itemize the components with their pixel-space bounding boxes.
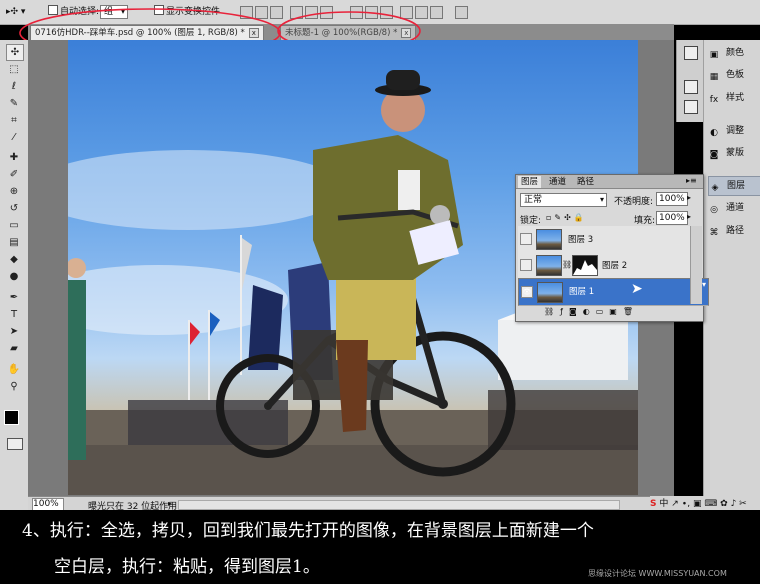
- panel-styles-label: 样式: [726, 93, 745, 103]
- ime-toolbar[interactable]: S 中 ↗ ∙, ▣ ⌨ ✿ ♪ ✂: [650, 496, 760, 510]
- layer-thumbnail: [536, 229, 562, 250]
- caption-line-1: 4、执行：全选，拷贝，回到我们最先打开的图像，在背景图层上面新建一个: [22, 521, 594, 541]
- layer-thumbnail: [537, 282, 563, 303]
- panel-adjustments[interactable]: ◐ 调整: [708, 122, 760, 140]
- lock-label: 锁定:: [520, 216, 542, 226]
- panel-menu-icon[interactable]: ▸≡: [686, 176, 697, 185]
- navigator-icon[interactable]: [684, 80, 698, 94]
- panel-paths-label: 路径: [726, 226, 745, 236]
- watermark: 思缘设计论坛 WWW.MISSYUAN.COM: [588, 569, 727, 578]
- panel-masks-label: 蒙版: [726, 148, 745, 158]
- visibility-eye-icon[interactable]: 👁: [521, 286, 533, 298]
- panel-adjustments-label: 调整: [726, 126, 745, 136]
- tab-paths[interactable]: 路径: [574, 176, 597, 188]
- foreground-color-swatch[interactable]: [4, 410, 19, 425]
- panel-masks[interactable]: ◙ 蒙版: [708, 144, 760, 162]
- channels-icon: ◎: [710, 205, 718, 215]
- tab-channels[interactable]: 通道: [546, 176, 569, 188]
- history-brush-tool-icon[interactable]: ↺: [6, 201, 22, 216]
- quick-select-tool-icon[interactable]: ✎: [6, 96, 22, 111]
- status-menu-icon[interactable]: ▸: [168, 499, 172, 508]
- panel-layers[interactable]: ◈ 图层: [708, 176, 760, 196]
- pen-tool-icon[interactable]: ✒: [6, 290, 22, 305]
- panel-dock: ▣ 颜色 ▦ 色板 fx 样式 ◐ 调整 ◙ 蒙版 ◈ 图层 ◎ 通道 ⌘ 路径: [703, 40, 760, 510]
- actions-icon[interactable]: [684, 100, 698, 114]
- mouse-cursor-icon: ➤: [631, 281, 643, 297]
- blur-tool-icon[interactable]: ◆: [6, 252, 22, 267]
- layer-mask-thumbnail: [572, 255, 598, 276]
- panel-channels-label: 通道: [726, 203, 745, 213]
- layers-panel: 图层 通道 路径 ▸≡ 正常 不透明度: 100% ▸ 锁定: ▫✎✣🔒 填充:…: [515, 174, 709, 322]
- panel-color-label: 颜色: [726, 48, 745, 58]
- path-select-tool-icon[interactable]: ➤: [6, 324, 22, 339]
- gradient-tool-icon[interactable]: ▤: [6, 235, 22, 250]
- layers-panel-tabs: 图层 通道 路径 ▸≡: [516, 175, 703, 189]
- layer-name: 图层 3: [568, 235, 594, 245]
- opacity-input[interactable]: 100%: [656, 192, 688, 206]
- caption-area: 4、执行：全选，拷贝，回到我们最先打开的图像，在背景图层上面新建一个 空白层，执…: [0, 510, 760, 584]
- zoom-tool-icon[interactable]: ⚲: [6, 379, 22, 394]
- eraser-tool-icon[interactable]: ▭: [6, 218, 22, 233]
- styles-icon: fx: [709, 95, 719, 105]
- type-tool-icon[interactable]: T: [6, 307, 22, 322]
- mask-shape: [573, 260, 597, 275]
- layers-icon: ◈: [711, 183, 719, 193]
- panel-paths[interactable]: ⌘ 路径: [708, 222, 760, 240]
- palette-icon: ▣: [709, 50, 719, 60]
- crop-tool-icon[interactable]: ⌗: [6, 113, 22, 128]
- opacity-label: 不透明度:: [614, 197, 654, 207]
- tab-layers[interactable]: 图层: [518, 176, 542, 188]
- panel-swatches-label: 色板: [726, 70, 745, 80]
- fill-arrow-icon[interactable]: ▸: [687, 212, 691, 221]
- panel-color[interactable]: ▣ 颜色: [708, 44, 760, 62]
- layers-bottom-toolbar[interactable]: ⛓ƒ◙◐▭▣🗑: [544, 307, 639, 316]
- lock-icons[interactable]: ▫✎✣🔒: [546, 213, 587, 222]
- hand-tool-icon[interactable]: ✋: [6, 362, 22, 377]
- paths-icon: ⌘: [709, 228, 719, 238]
- move-tool-icon[interactable]: ✣: [6, 44, 24, 61]
- quick-mask-icon[interactable]: [7, 438, 23, 450]
- opacity-arrow-icon[interactable]: ▸: [687, 193, 691, 202]
- visibility-toggle[interactable]: [520, 259, 532, 271]
- adjustments-icon: ◐: [710, 128, 718, 138]
- panel-styles[interactable]: fx 样式: [708, 89, 760, 107]
- status-bar: 100% 曝光只在 32 位起作用 ▸: [28, 496, 674, 512]
- layer-thumbnail: [536, 255, 562, 276]
- layer-row-1[interactable]: 👁 图层 1 ➤: [518, 278, 709, 306]
- fill-label: 填充:: [634, 216, 656, 226]
- layers-scrollbar[interactable]: [690, 226, 702, 304]
- panel-channels[interactable]: ◎ 通道: [708, 199, 760, 217]
- brush-tool-icon[interactable]: ✐: [6, 167, 22, 182]
- fill-input[interactable]: 100%: [656, 211, 688, 225]
- marquee-tool-icon[interactable]: ⬚: [6, 62, 22, 77]
- panel-dock-collapsed: [676, 40, 703, 122]
- layer-row-2[interactable]: ⛓ 图层 2: [518, 252, 690, 279]
- healing-tool-icon[interactable]: ✚: [6, 150, 22, 165]
- blend-mode-dropdown[interactable]: 正常: [520, 193, 607, 207]
- link-icon: ⛓: [562, 260, 573, 269]
- ime-logo-icon: S: [650, 499, 657, 509]
- visibility-toggle[interactable]: [520, 233, 532, 245]
- layer-name: 图层 1: [569, 287, 595, 297]
- eyedropper-tool-icon[interactable]: ⁄: [6, 130, 22, 145]
- swatches-icon: ▦: [709, 72, 719, 82]
- layer-row-3[interactable]: 图层 3: [518, 226, 690, 253]
- layer-name: 图层 2: [602, 261, 628, 271]
- caption-line-2: 空白层，执行：粘贴，得到图层1。: [54, 557, 320, 577]
- lasso-tool-icon[interactable]: ℓ: [6, 79, 22, 94]
- dodge-tool-icon[interactable]: ●: [6, 269, 22, 284]
- clone-tool-icon[interactable]: ⊕: [6, 184, 22, 199]
- panel-swatches[interactable]: ▦ 色板: [708, 66, 760, 84]
- histogram-icon[interactable]: [684, 46, 698, 60]
- panel-layers-label: 图层: [727, 181, 746, 191]
- horizontal-scrollbar[interactable]: [178, 500, 620, 510]
- tools-panel: ✣ ⬚ ℓ ✎ ⌗ ⁄ ✚ ✐ ⊕ ↺ ▭ ▤ ◆ ● ✒ T ➤ ▰ ✋ ⚲: [0, 40, 29, 510]
- masks-icon: ◙: [709, 150, 719, 160]
- shape-tool-icon[interactable]: ▰: [6, 341, 22, 356]
